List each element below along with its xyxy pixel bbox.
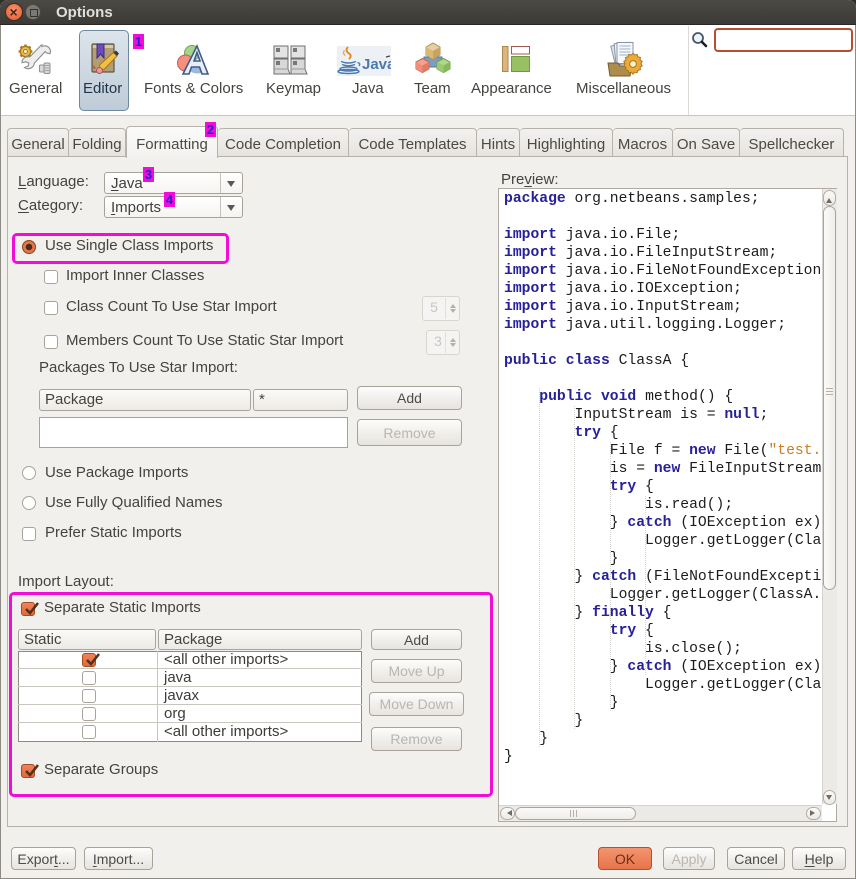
svg-text:Java: Java [362,56,391,73]
